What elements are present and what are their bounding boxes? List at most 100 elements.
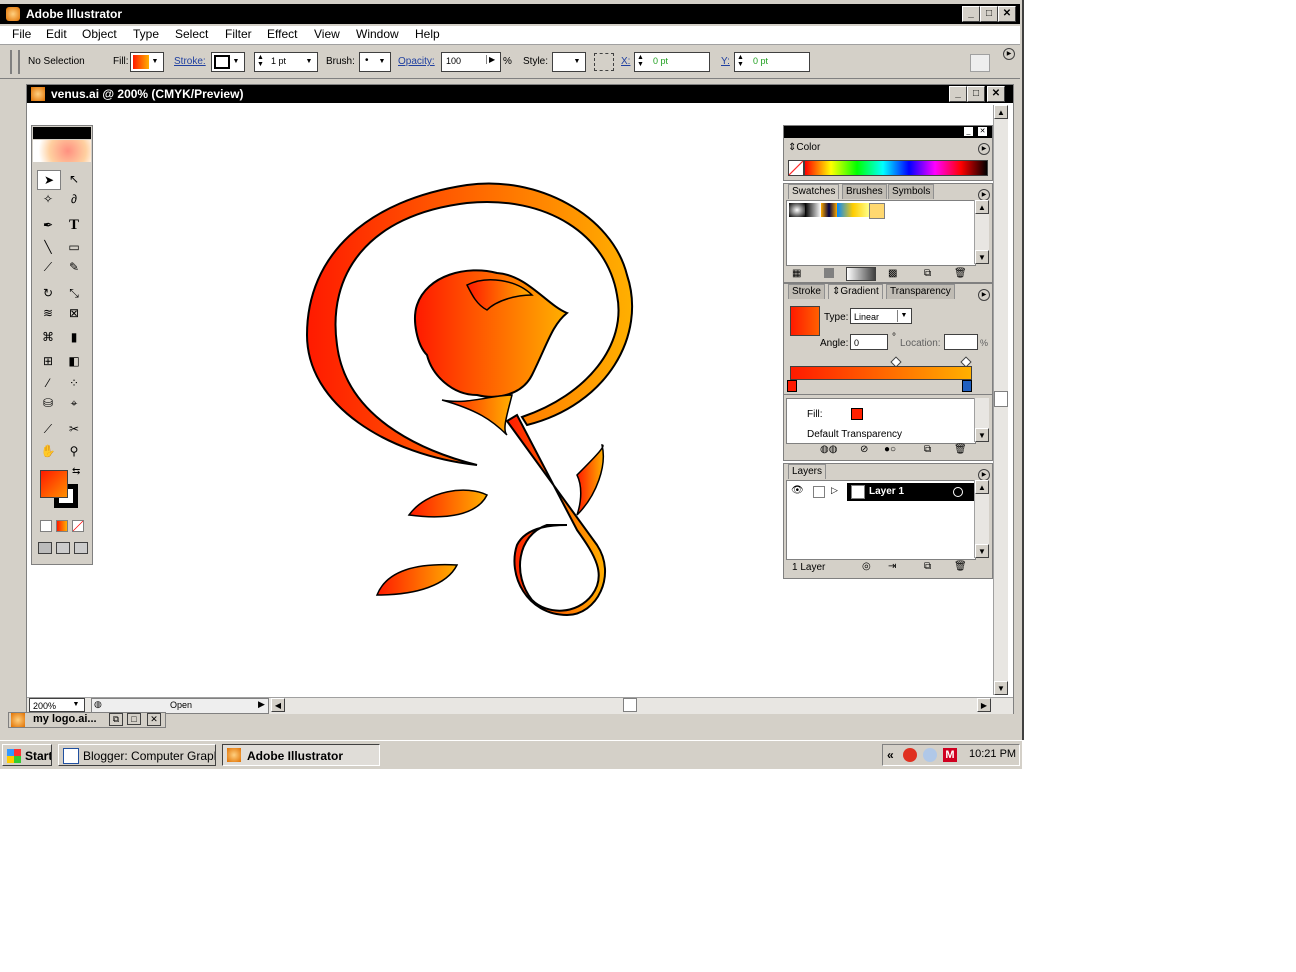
slice-tool-icon[interactable]: ⟋ <box>37 420 59 438</box>
menu-select[interactable]: Select <box>175 27 208 41</box>
fill-swatch-dropdown[interactable]: ▼ <box>130 52 164 72</box>
swatch-linear-bw[interactable] <box>805 203 821 217</box>
full-screen-menu-mode-icon[interactable] <box>56 542 70 554</box>
delete-swatch-icon[interactable]: 🗑 <box>954 268 967 279</box>
color-spectrum[interactable] <box>804 160 988 176</box>
reference-point-icon[interactable] <box>594 53 614 71</box>
tab-layers[interactable]: Layers <box>788 464 827 479</box>
pencil-tool-icon[interactable]: ✎ <box>63 258 85 276</box>
fill-attr-swatch[interactable] <box>851 408 863 420</box>
paintbrush-tool-icon[interactable]: ⟋ <box>37 258 59 276</box>
stroke-weight-field[interactable]: ▲ ▼ 1 pt ▼ <box>254 52 318 72</box>
graphic-style-icon[interactable]: ◍◍ <box>820 444 837 455</box>
panel-menu-icon[interactable]: ▶ <box>978 143 990 155</box>
panel-minimize-icon[interactable]: _ <box>964 127 973 136</box>
show-gradient-swatches-icon[interactable] <box>846 267 876 281</box>
taskbar-item-illustrator[interactable]: Adobe Illustrator <box>222 744 380 766</box>
eye-visibility-icon[interactable]: 👁 <box>791 485 804 496</box>
close-icon[interactable]: ✕ <box>147 713 161 726</box>
create-sublayer-icon[interactable]: ⇥ <box>888 561 896 572</box>
clear-appearance-icon[interactable]: ⊘ <box>860 444 868 455</box>
close-button[interactable]: ✕ <box>998 6 1016 22</box>
delete-layer-icon[interactable]: 🗑 <box>954 561 967 572</box>
tray-app-icon[interactable] <box>903 748 917 762</box>
swatch-yellow[interactable] <box>853 203 869 217</box>
horizontal-scroll-thumb[interactable] <box>623 698 637 712</box>
toolbox-titlebar[interactable] <box>33 127 91 139</box>
lock-toggle-icon[interactable] <box>813 486 825 498</box>
magic-wand-tool-icon[interactable]: ✧ <box>37 190 59 208</box>
delete-item-icon[interactable]: 🗑 <box>954 444 967 455</box>
type-tool-icon[interactable]: T <box>63 216 85 234</box>
direct-selection-tool-icon[interactable]: ↖ <box>63 170 85 188</box>
swatches-scrollbar[interactable]: ▲ ▼ <box>974 200 989 264</box>
angle-field[interactable]: 0 <box>850 334 888 350</box>
x-field[interactable]: ▲ ▼ 0 pt <box>634 52 710 72</box>
new-swatch-icon[interactable]: ⧉ <box>924 268 931 279</box>
rose-artwork[interactable] <box>277 145 677 625</box>
location-field[interactable] <box>944 334 978 350</box>
make-clipping-mask-icon[interactable]: ◎ <box>862 561 871 572</box>
blend-tool-icon[interactable]: ⁘ <box>63 374 85 392</box>
menu-filter[interactable]: Filter <box>225 27 252 41</box>
free-transform-tool-icon[interactable]: ⊠ <box>63 304 85 322</box>
minimize-button[interactable]: _ <box>962 6 980 22</box>
tab-brushes[interactable]: Brushes <box>842 184 887 199</box>
doc-close-button[interactable]: ✕ <box>987 86 1005 102</box>
scale-tool-icon[interactable]: ⤡ <box>63 284 85 302</box>
layer-1-selected[interactable]: Layer 1 <box>847 483 975 501</box>
scroll-up-icon[interactable]: ▲ <box>975 480 989 494</box>
none-swatch[interactable] <box>788 160 804 176</box>
doc-minimize-button[interactable]: _ <box>949 86 967 102</box>
gradient-tool-icon[interactable]: ◧ <box>63 352 85 370</box>
swatch-light-orange[interactable] <box>869 203 885 219</box>
mesh-tool-icon[interactable]: ⊞ <box>37 352 59 370</box>
tab-swatches[interactable]: Swatches <box>788 184 840 199</box>
tab-transparency[interactable]: Transparency <box>886 284 955 299</box>
show-color-swatches-icon[interactable] <box>824 268 834 278</box>
maximize-icon[interactable]: □ <box>127 713 141 725</box>
transparency-scrollbar[interactable]: ▼ <box>974 398 989 442</box>
opacity-label[interactable]: Opacity: <box>398 56 435 67</box>
rotate-tool-icon[interactable]: ↻ <box>37 284 59 302</box>
live-paint-tool-icon[interactable]: ⛁ <box>37 394 59 412</box>
start-button[interactable]: Start <box>2 744 52 766</box>
opacity-field[interactable]: 100 ▶ <box>441 52 501 72</box>
tab-stroke[interactable]: Stroke <box>788 284 825 299</box>
scroll-left-icon[interactable]: ◀ <box>271 698 285 712</box>
x-label[interactable]: X: <box>621 56 630 67</box>
color-tab[interactable]: ⇕Color <box>788 142 820 153</box>
y-field[interactable]: ▲ ▼ 0 pt <box>734 52 810 72</box>
eyedropper-tool-icon[interactable]: ⁄ <box>37 374 59 392</box>
menu-view[interactable]: View <box>314 27 340 41</box>
layer-row[interactable]: 👁 ▷ Layer 1 <box>787 483 975 501</box>
warp-tool-icon[interactable]: ≋ <box>37 304 59 322</box>
tray-chevron[interactable]: « <box>887 748 894 762</box>
minimized-document[interactable]: my logo.ai... ⧉ □ ✕ <box>8 712 166 728</box>
menu-file[interactable]: File <box>12 27 31 41</box>
full-screen-mode-icon[interactable] <box>74 542 88 554</box>
vertical-scroll-thumb[interactable] <box>994 391 1008 407</box>
document-vertical-scrollbar[interactable]: ▲ ▼ <box>993 105 1008 695</box>
document-setup-icon[interactable] <box>970 54 990 72</box>
stroke-swatch-dropdown[interactable]: ▼ <box>211 52 245 72</box>
line-tool-icon[interactable]: ╲ <box>37 238 59 256</box>
panel-titlebar[interactable]: _ ✕ <box>784 126 992 138</box>
swatch-orange-blue[interactable] <box>821 203 837 217</box>
standard-screen-mode-icon[interactable] <box>38 542 52 554</box>
column-graph-tool-icon[interactable]: ▮ <box>63 328 85 346</box>
style-dropdown[interactable]: ▼ <box>552 52 586 72</box>
rectangle-tool-icon[interactable]: ▭ <box>63 238 85 256</box>
symbol-sprayer-tool-icon[interactable]: ⌘ <box>37 328 59 346</box>
tab-symbols[interactable]: Symbols <box>888 184 935 199</box>
maximize-button[interactable]: □ <box>980 6 998 22</box>
pen-tool-icon[interactable]: ✒ <box>37 216 59 234</box>
show-swatch-kinds-icon[interactable]: ▦ <box>792 268 801 279</box>
gradient-type-dropdown[interactable]: Linear ▼ <box>850 308 912 324</box>
expand-triangle-icon[interactable]: ▷ <box>831 485 838 496</box>
panel-close-icon[interactable]: ✕ <box>978 127 987 136</box>
gradient-stop-end[interactable] <box>962 380 972 392</box>
none-mode-button[interactable] <box>72 520 84 532</box>
gradient-slider[interactable] <box>790 366 972 380</box>
gradient-stop-start[interactable] <box>787 380 797 392</box>
